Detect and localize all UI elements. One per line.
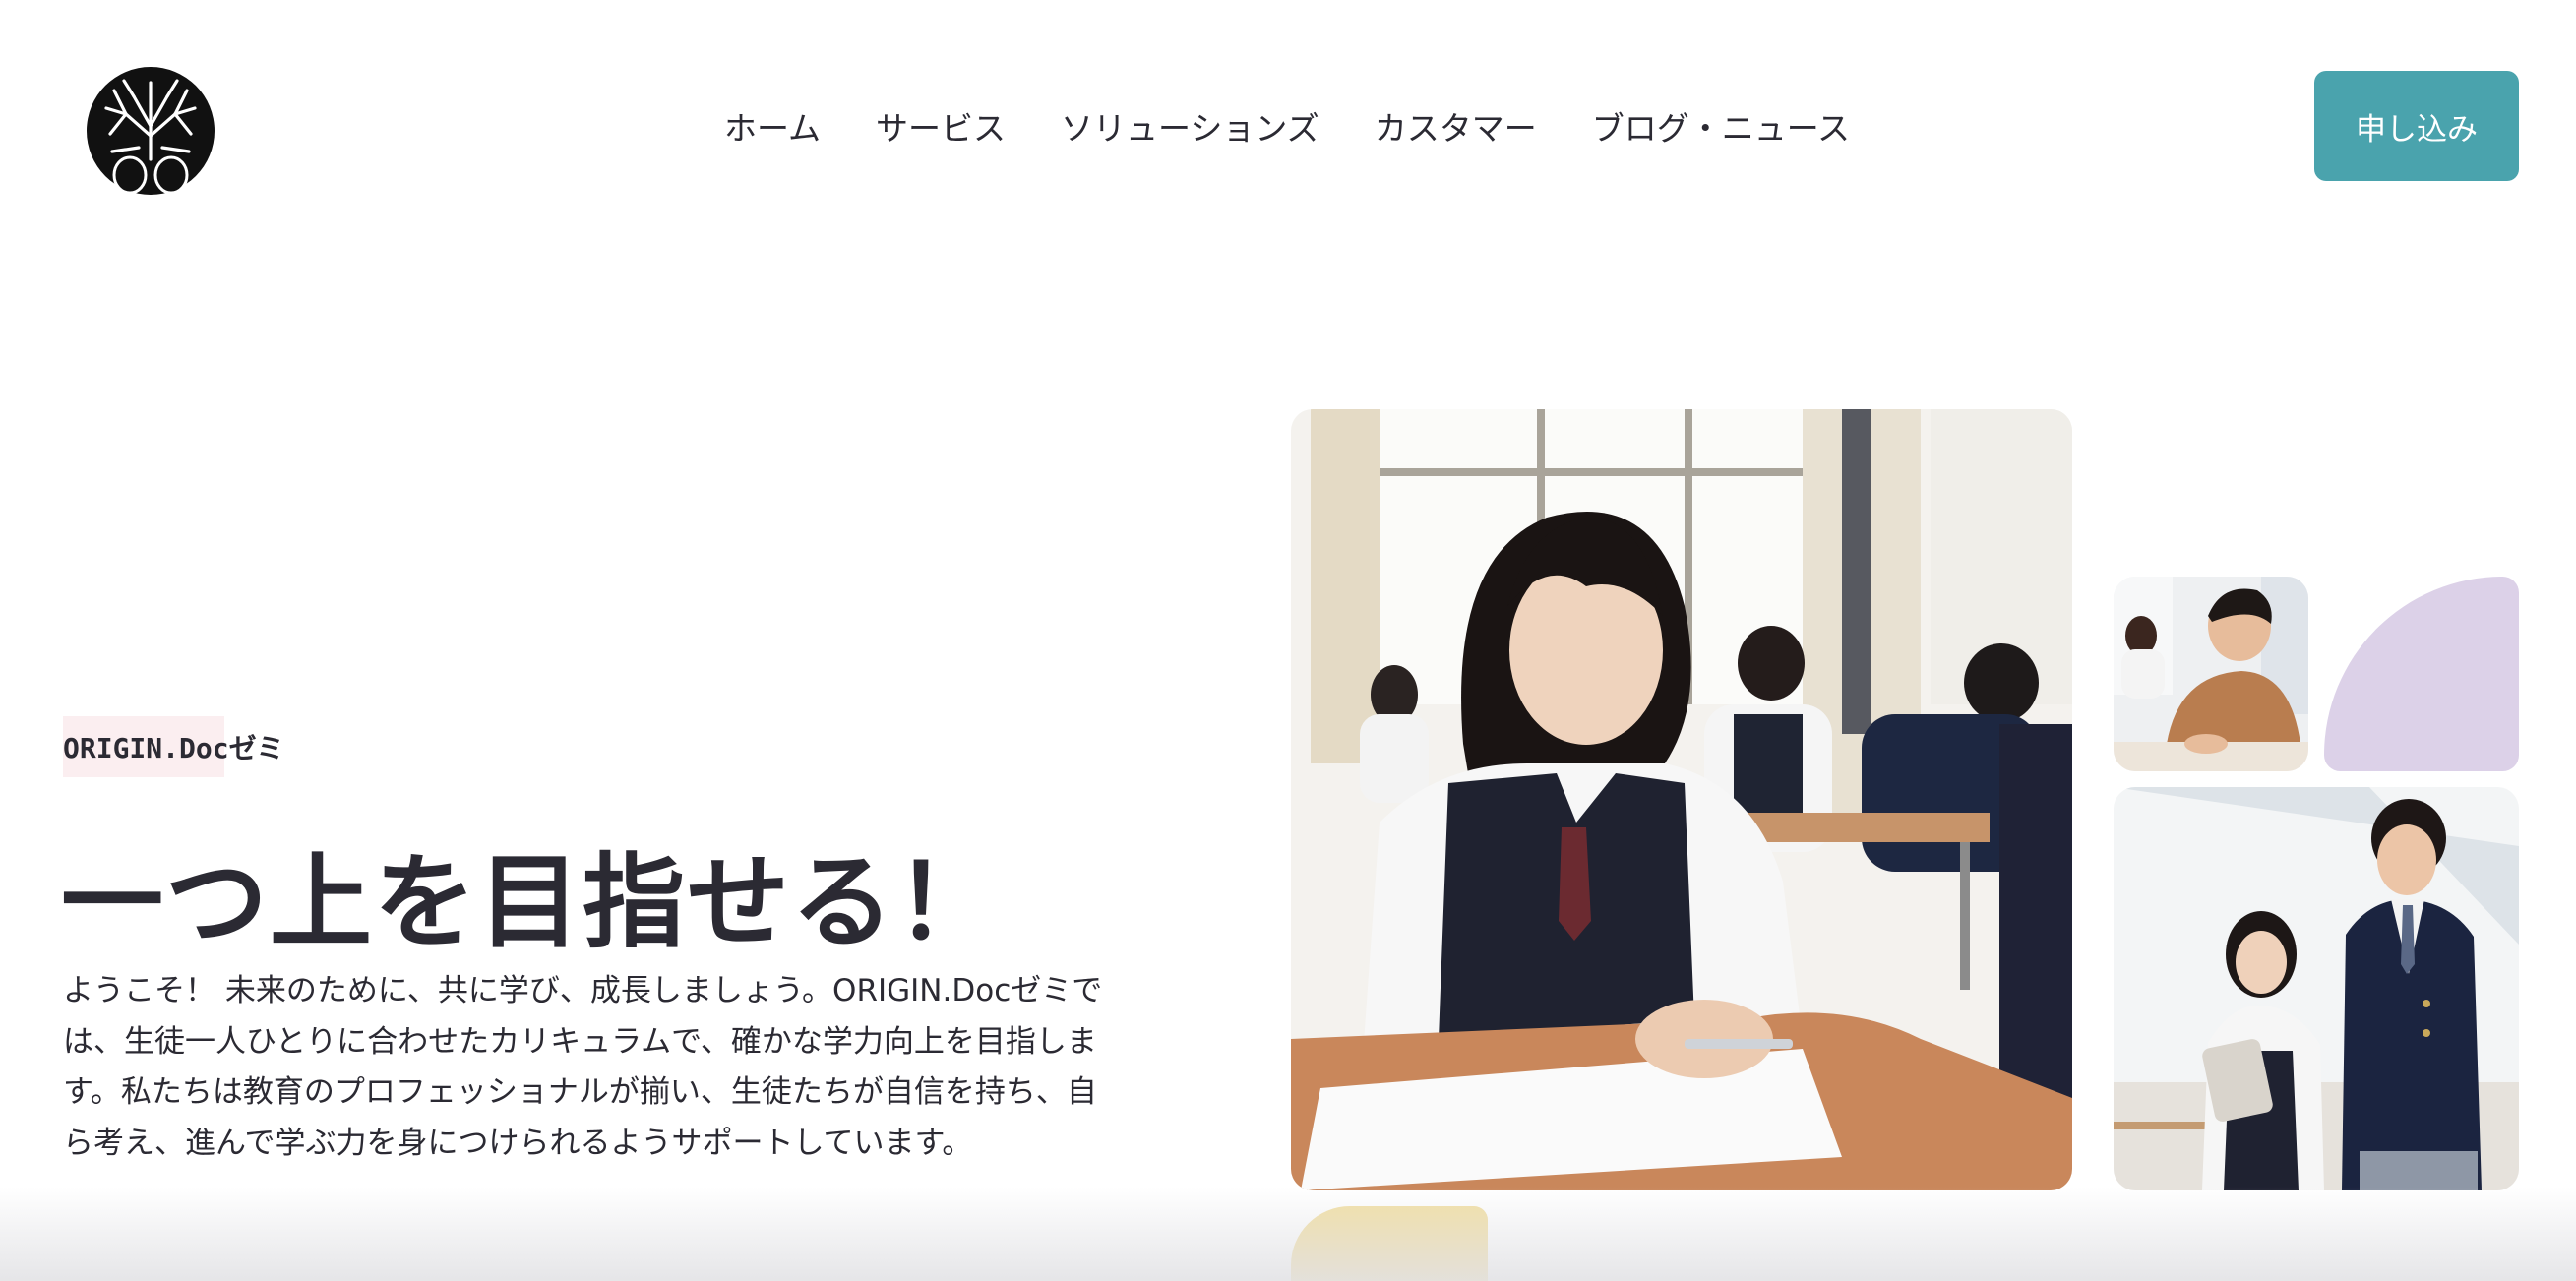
yellow-accent-shape	[1291, 1206, 1488, 1281]
hero-headline: 一つ上を目指せる！	[61, 842, 1001, 962]
student-writing-photo	[2114, 577, 2308, 771]
tree-logo-icon[interactable]	[85, 65, 216, 197]
students-hallway-photo	[2114, 787, 2519, 1190]
nav-item-services[interactable]: サービス	[876, 102, 1006, 150]
nav-item-home[interactable]: ホーム	[724, 102, 821, 150]
classroom-photo	[1291, 409, 2072, 1190]
lavender-quarter-shape	[2324, 577, 2519, 771]
nav-item-blog-news[interactable]: ブログ・ニュース	[1592, 102, 1850, 150]
landing-page: ホーム サービス ソリューションズ カスタマー ブログ・ニュース 申し込み OR…	[0, 0, 2576, 1281]
brand-tag: ORIGIN.Docゼミ	[63, 732, 284, 764]
apply-button[interactable]: 申し込み	[2314, 71, 2519, 181]
main-nav: ホーム サービス ソリューションズ カスタマー ブログ・ニュース	[724, 98, 1850, 153]
hero-description: ようこそ！ 未来のために、共に学び、成長しましょう。ORIGIN.Docゼミでは…	[63, 973, 1103, 1161]
nav-item-solutions[interactable]: ソリューションズ	[1061, 102, 1319, 150]
nav-item-customers[interactable]: カスタマー	[1375, 102, 1537, 150]
bottom-shadow	[0, 1187, 2576, 1281]
